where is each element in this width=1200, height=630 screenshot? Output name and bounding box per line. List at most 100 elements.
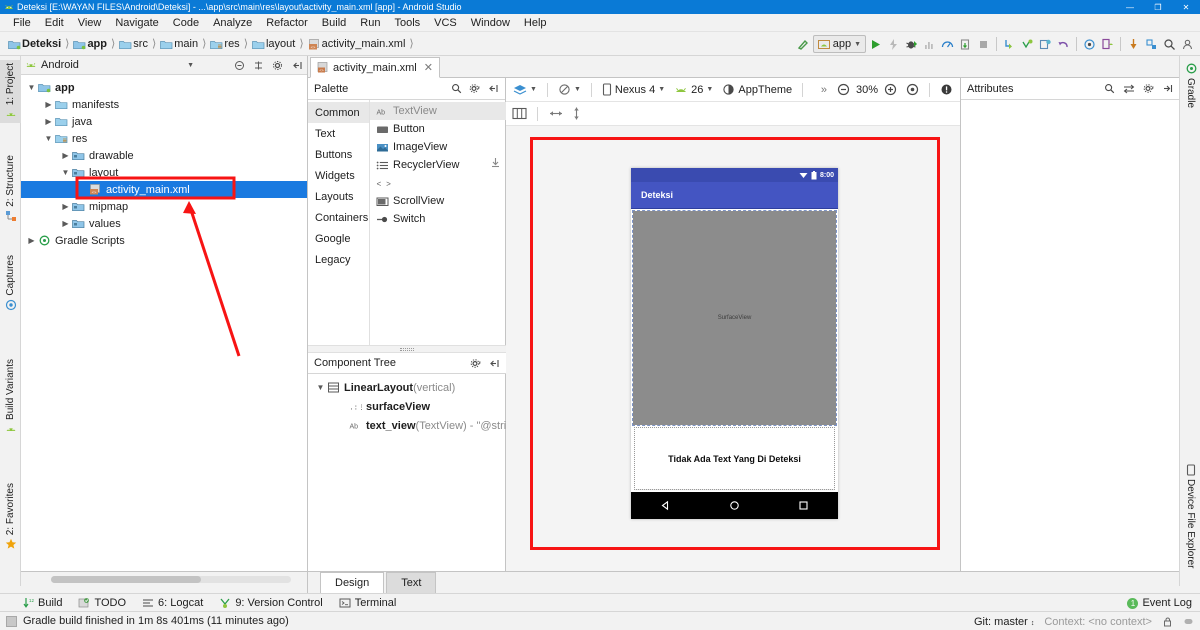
tool-tab-captures[interactable]: Captures [0,252,21,314]
editor-mode-tab-text[interactable]: Text [386,572,437,593]
download-icon[interactable] [490,157,501,168]
breadcrumb-item-layout[interactable]: layout ⟩ [252,37,308,50]
hide-panel-icon[interactable] [489,358,500,369]
editor-tab-activity-main[interactable]: <> activity_main.xml ✕ [310,57,440,78]
zoom-out-button[interactable] [834,82,853,97]
memory-indicator-icon[interactable] [1183,616,1194,627]
tree-item-app[interactable]: ▼ app [21,79,307,96]
tree-item-res[interactable]: ▼ res [21,130,307,147]
search-icon[interactable] [1161,34,1178,54]
close-button[interactable]: ✕ [1172,0,1200,14]
palette-item-fragment[interactable]: < > [370,174,506,192]
menu-item-navigate[interactable]: Navigate [108,15,165,31]
tree-item-gradle-scripts[interactable]: ▶ Gradle Scripts [21,232,307,249]
palette-category-common[interactable]: Common [308,102,369,123]
tool-tab-device-file-explorer[interactable]: Device File Explorer [1180,461,1200,571]
component-tree-item-surfaceview[interactable]: .:⋮ surfaceView [308,397,506,416]
design-mode-button[interactable]: ▼ [510,83,540,97]
monitor-icon[interactable] [939,34,956,54]
chevron-right-icon[interactable]: ▶ [59,151,72,160]
back-nav-icon[interactable] [660,500,671,511]
palette-category-widgets[interactable]: Widgets [308,165,369,186]
palette-category-google[interactable]: Google [308,228,369,249]
breadcrumb-item-deteksi[interactable]: Deteksi ⟩ [8,37,73,50]
component-tree-item-text_view[interactable]: Ab text_view (TextView) - "@stri [308,416,507,435]
palette-category-layouts[interactable]: Layouts [308,186,369,207]
profiler-icon[interactable] [1125,34,1142,54]
palette-item-textview[interactable]: Ab TextView [370,102,506,120]
tool-tab-2--favorites[interactable]: 2: Favorites [0,480,21,553]
undo-icon[interactable] [1055,34,1072,54]
palette-category-text[interactable]: Text [308,123,369,144]
collapse-all-icon[interactable] [234,60,245,71]
breadcrumb-item-res[interactable]: res ⟩ [210,37,252,50]
bottom-tab-9--version-control[interactable]: 9: Version Control [219,597,323,609]
menu-item-build[interactable]: Build [315,15,353,31]
device-preview[interactable]: 8:00 Deteksi SurfaceView Tidak Ada Text … [631,168,838,519]
palette-item-imageview[interactable]: ImageView [370,138,506,156]
editor-mode-tab-design[interactable]: Design [320,572,385,593]
layout-inspector-icon[interactable] [1081,34,1098,54]
device-manager-icon[interactable] [1099,34,1116,54]
sdk-manager-icon[interactable] [1037,34,1054,54]
palette-category-buttons[interactable]: Buttons [308,144,369,165]
device-selector[interactable]: Nexus 4 ▼ [599,82,668,97]
stop-icon[interactable] [975,34,992,54]
run-configuration-selector[interactable]: app ▼ [812,35,866,53]
run-icon[interactable] [867,34,884,54]
close-icon[interactable]: ✕ [424,61,433,74]
minimize-button[interactable]: — [1116,0,1144,14]
horizontal-scrollbar[interactable] [51,576,291,583]
bottom-tab-terminal[interactable]: Terminal [339,597,396,609]
menu-item-window[interactable]: Window [464,15,517,31]
project-view-selector[interactable]: Android [25,59,79,71]
menu-item-view[interactable]: View [71,15,109,31]
menu-item-file[interactable]: File [6,15,38,31]
design-canvas[interactable]: 8:00 Deteksi SurfaceView Tidak Ada Text … [506,126,960,571]
tree-item-java[interactable]: ▶ java [21,113,307,130]
tree-item-activity-main-xml[interactable]: <> activity_main.xml [21,181,307,198]
preview-surfaceview[interactable]: SurfaceView [632,210,837,426]
hide-panel-icon[interactable] [488,83,499,94]
chevron-right-icon[interactable]: ▶ [42,100,55,109]
maximize-button[interactable]: ❐ [1144,0,1172,14]
tree-item-drawable[interactable]: ▶ drawable [21,147,307,164]
chevron-right-icon[interactable]: ▶ [59,219,72,228]
sync-icon[interactable] [1001,34,1018,54]
breadcrumb-item-activity-main-xml[interactable]: <> activity_main.xml ⟩ [308,37,418,50]
chevron-right-icon[interactable]: ▶ [59,202,72,211]
palette-item-button[interactable]: Button [370,120,506,138]
menu-item-tools[interactable]: Tools [387,15,427,31]
attach-debugger-icon[interactable] [1143,34,1160,54]
menu-item-refactor[interactable]: Refactor [259,15,315,31]
tool-tab-1--project[interactable]: 1: Project [0,60,21,124]
bottom-tab-todo[interactable]: TODO [78,597,126,609]
tree-item-layout[interactable]: ▼ layout [21,164,307,181]
palette-splitter[interactable] [308,345,506,353]
tool-tab-build-variants[interactable]: Build Variants [0,356,21,438]
menu-item-code[interactable]: Code [166,15,206,31]
chevron-right-icon[interactable]: ▶ [25,236,38,245]
menu-item-vcs[interactable]: VCS [427,15,464,31]
tool-tab-2--structure[interactable]: 2: Structure [0,152,21,225]
chevron-down-icon[interactable]: ▼ [59,168,72,177]
apply-changes-icon[interactable] [885,34,902,54]
breadcrumb-item-main[interactable]: main ⟩ [160,37,210,50]
build-icon[interactable] [795,34,812,54]
stop-icon-a[interactable] [957,34,974,54]
bottom-tab-6--logcat[interactable]: 6: Logcat [142,597,203,609]
chevron-down-icon[interactable]: ▼ [42,134,55,143]
settings-gear-icon[interactable] [272,60,283,71]
expand-all-icon[interactable] [253,60,264,71]
menu-item-analyze[interactable]: Analyze [206,15,259,31]
preview-textview[interactable]: Tidak Ada Text Yang Di Deteksi [634,427,835,490]
avd-manager-icon[interactable] [1019,34,1036,54]
event-log-button[interactable]: 1 Event Log [1127,594,1192,612]
breadcrumb-item-src[interactable]: src ⟩ [119,37,160,50]
hide-panel-icon[interactable] [292,60,303,71]
user-icon[interactable] [1179,34,1196,54]
tree-item-manifests[interactable]: ▶ manifests [21,96,307,113]
settings-gear-icon[interactable] [469,83,480,94]
home-nav-icon[interactable] [729,500,740,511]
blueprint-columns-icon[interactable] [512,107,527,120]
